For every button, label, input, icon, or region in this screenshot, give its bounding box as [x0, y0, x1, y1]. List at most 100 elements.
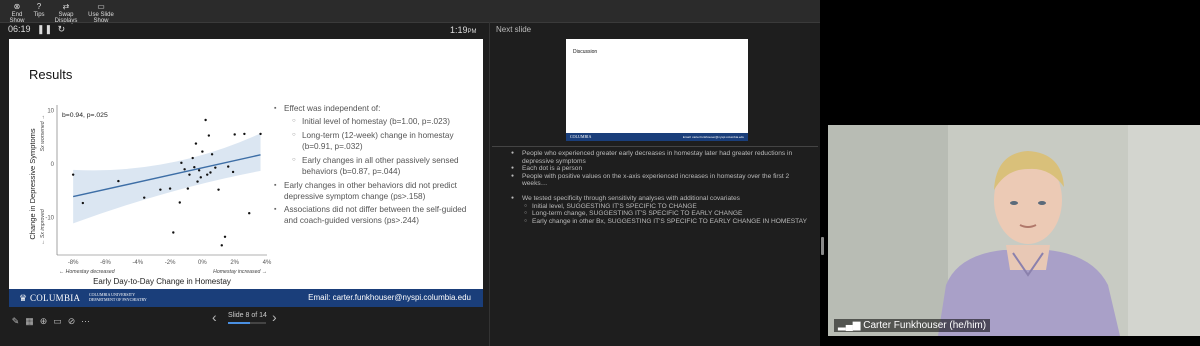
next-slide-email: Email: carter.funkhouser@nyspi.columbia.… — [682, 135, 744, 139]
data-point — [204, 118, 207, 122]
footer-email: Email: carter.funkhouser@nyspi.columbia.… — [308, 293, 471, 302]
y-top-label: Sx worsened → — [40, 115, 46, 152]
slide-tools: ✎ ▦ ⊕ ▭ ⊘ ⋯ — [10, 311, 94, 326]
slide-bullet: Effect was independent of: — [274, 103, 479, 114]
x-tick-label: -8% — [68, 260, 79, 266]
toolbar-divider — [0, 22, 820, 23]
next-slide-button[interactable]: › — [272, 309, 277, 325]
y-bottom-label: ← Sx improved — [40, 208, 46, 245]
notes-item: People with positive values on the x-axi… — [510, 173, 815, 188]
resize-handle[interactable] — [821, 237, 824, 255]
data-point — [168, 187, 172, 190]
webcam-person-image — [828, 125, 1200, 336]
current-slide: Results -8% -6% -4% -2% 0% 2% 4% 10 0 -10 b=0.94, … — [9, 39, 483, 307]
x-tick-label: 4% — [263, 260, 272, 266]
question-circle-icon: ? — [36, 2, 42, 11]
data-point — [196, 180, 199, 183]
data-point — [81, 201, 85, 205]
restart-icon[interactable]: ↻ — [58, 24, 66, 34]
slide-counter: Slide 8 of 14 — [228, 312, 267, 319]
slide-bullets: Effect was independent of: Initial level … — [274, 103, 479, 228]
data-point — [214, 166, 217, 169]
data-point — [191, 156, 194, 160]
x-axis-label: Early Day-to-Day Change in Homestay — [93, 277, 231, 286]
data-point — [206, 173, 209, 176]
notes-item: People who experienced greater early dec… — [510, 150, 815, 165]
confidence-band — [73, 133, 261, 224]
data-point — [186, 187, 190, 190]
data-point — [193, 165, 196, 169]
data-point — [231, 170, 235, 174]
scatter-plot: -8% -6% -4% -2% 0% 2% 4% 10 0 -10 b=0.94, p=.025 Ch… — [28, 105, 272, 286]
speaker-notes[interactable]: People who experienced greater early dec… — [510, 150, 815, 225]
data-point — [71, 173, 75, 176]
y-tick-label: -10 — [45, 216, 54, 222]
data-point — [180, 161, 183, 165]
slide-bullet: Initial level of homestay (b=1.00, p=.02… — [274, 116, 479, 127]
slide-footer: ♛ COLUMBIA COLUMBIA UNIVERSITY DEPARTMEN… — [9, 289, 483, 307]
previous-slide-button[interactable]: ‹ — [212, 309, 217, 325]
x-tick-label: 2% — [230, 260, 239, 266]
data-point — [259, 132, 262, 136]
data-point — [197, 169, 201, 172]
columbia-logo: ♛ COLUMBIA — [19, 293, 81, 303]
notes-item: Initial level, SUGGESTING IT'S SPECIFIC … — [510, 203, 815, 211]
pause-icon[interactable]: ❚❚ — [37, 24, 52, 34]
presenter-toolbar: ⊗ End Show ? Tips ⇄ Swap Displays ▭ Use … — [0, 0, 820, 24]
notes-item: Each dot is a person — [510, 165, 815, 173]
clock: 1:19PM — [450, 25, 477, 35]
data-point — [183, 168, 186, 171]
panel-divider[interactable] — [489, 22, 490, 346]
data-point — [243, 132, 246, 136]
data-point — [117, 179, 120, 183]
x-tick-label: -6% — [100, 260, 111, 266]
presenter-view: ⊗ End Show ? Tips ⇄ Swap Displays ▭ Use … — [0, 0, 820, 346]
tips-button[interactable]: ? Tips — [32, 2, 46, 20]
x-left-label: ← Homestay decreased — [59, 269, 116, 275]
data-point — [227, 165, 230, 168]
next-slide-title: Discussion — [573, 49, 598, 55]
data-point — [220, 244, 223, 247]
y-axis-label: Change in Depressive Symptoms — [28, 128, 37, 240]
participant-name-tag: ▂▄▆ Carter Funkhouser (he/him) — [834, 319, 991, 332]
elapsed-timer: 06:19 — [8, 24, 31, 34]
slide-navigation: ‹ Slide 8 of 14 › — [212, 308, 282, 328]
slide-bullet: Associations did not differ between the … — [274, 204, 479, 226]
crown-icon: ♛ — [19, 293, 28, 303]
data-point — [248, 212, 251, 215]
notes-item: We tested specificity through sensitivit… — [510, 195, 815, 203]
data-point — [217, 188, 220, 191]
data-point — [159, 188, 162, 191]
swap-displays-button[interactable]: ⇄ Swap Displays — [50, 2, 82, 24]
more-icon[interactable]: ⋯ — [80, 316, 91, 327]
grid-icon[interactable]: ▦ — [24, 316, 35, 327]
notes-gap — [510, 188, 815, 195]
regression-annotation: b=0.94, p=.025 — [62, 112, 108, 119]
data-point — [178, 201, 181, 204]
use-slide-show-button[interactable]: ▭ Use Slide Show — [84, 2, 118, 24]
data-point — [143, 196, 146, 199]
data-point — [207, 134, 211, 137]
next-slide-preview[interactable]: Discussion COLUMBIA Email: carter.funkho… — [566, 39, 748, 141]
timer-row: 06:19 ❚❚ ↻ — [8, 24, 65, 38]
data-point — [172, 231, 175, 234]
x-right-label: Homestay increased → — [213, 269, 267, 275]
zoom-icon[interactable]: ⊕ — [38, 316, 49, 327]
end-show-button[interactable]: ⊗ End Show — [6, 2, 28, 24]
data-point — [194, 142, 198, 145]
y-tick-label: 0 — [51, 162, 55, 168]
camera-off-icon[interactable]: ⊘ — [66, 316, 77, 327]
pen-icon[interactable]: ✎ — [10, 316, 21, 327]
slide-progress-bar — [228, 322, 266, 324]
signal-bars-icon: ▂▄▆ — [838, 320, 861, 331]
subtitles-icon[interactable]: ▭ — [52, 316, 63, 327]
close-circle-icon: ⊗ — [13, 2, 21, 11]
notes-item: Early change in other Bx, SUGGESTING IT'… — [510, 218, 815, 226]
data-point — [209, 171, 212, 174]
data-point — [210, 153, 214, 156]
data-point — [223, 235, 227, 238]
slide-bullet: Long-term (12-week) change in homestay (… — [274, 130, 479, 152]
next-slide-label: Next slide — [496, 25, 532, 34]
swap-icon: ⇄ — [62, 2, 70, 11]
data-point — [233, 133, 236, 136]
